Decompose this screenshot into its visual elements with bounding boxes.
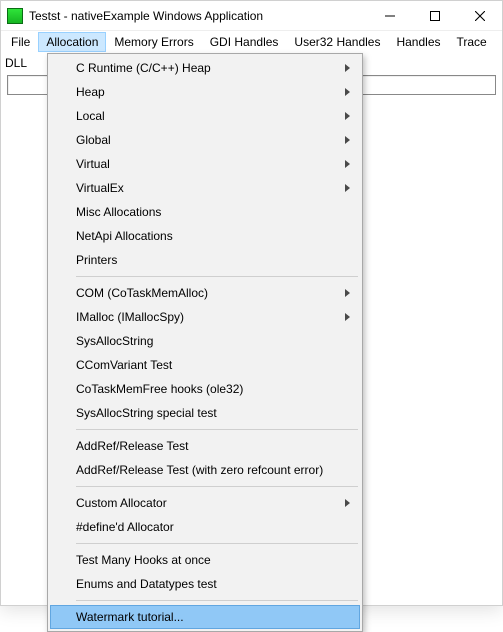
menu-item-virtual[interactable]: Virtual [50,152,360,176]
menu-handles[interactable]: Handles [388,32,448,52]
menu-item-netapi-allocations[interactable]: NetApi Allocations [50,224,360,248]
allocation-menu: C Runtime (C/C++) Heap Heap Local Global… [47,53,363,632]
app-window: Testst - nativeExample Windows Applicati… [0,0,503,606]
close-icon [475,11,485,21]
menu-item-sysallocstring-special[interactable]: SysAllocString special test [50,401,360,425]
menu-item-defined-allocator[interactable]: #define'd Allocator [50,515,360,539]
maximize-icon [430,11,440,21]
menu-separator [76,276,358,277]
close-button[interactable] [457,1,502,30]
menu-item-sysallocstring[interactable]: SysAllocString [50,329,360,353]
app-icon [7,8,23,24]
menu-memory-errors[interactable]: Memory Errors [106,32,201,52]
menu-user32-handles[interactable]: User32 Handles [286,32,388,52]
submenu-arrow-icon [345,64,350,72]
menu-item-global[interactable]: Global [50,128,360,152]
menu-item-local[interactable]: Local [50,104,360,128]
menu-item-cotaskmemfree-hooks[interactable]: CoTaskMemFree hooks (ole32) [50,377,360,401]
menu-allocation[interactable]: Allocation [38,32,106,52]
menu-trace[interactable]: Trace [449,32,495,52]
menu-separator [76,543,358,544]
submenu-arrow-icon [345,88,350,96]
menu-separator [76,486,358,487]
submenu-arrow-icon [345,184,350,192]
menu-item-imalloc-imallocspy[interactable]: IMalloc (IMallocSpy) [50,305,360,329]
menu-item-watermark-tutorial[interactable]: Watermark tutorial... [50,605,360,629]
menu-item-addref-release-test-error[interactable]: AddRef/Release Test (with zero refcount … [50,458,360,482]
menu-item-virtualex[interactable]: VirtualEx [50,176,360,200]
window-controls [367,1,502,30]
toolbar-dll-label: DLL [5,56,27,70]
maximize-button[interactable] [412,1,457,30]
menu-item-test-many-hooks[interactable]: Test Many Hooks at once [50,548,360,572]
menu-file[interactable]: File [3,32,38,52]
menu-item-ccomvariant-test[interactable]: CComVariant Test [50,353,360,377]
menu-item-misc-allocations[interactable]: Misc Allocations [50,200,360,224]
menu-separator [76,429,358,430]
menu-item-com-cotaskmemalloc[interactable]: COM (CoTaskMemAlloc) [50,281,360,305]
minimize-button[interactable] [367,1,412,30]
minimize-icon [385,11,395,21]
submenu-arrow-icon [345,289,350,297]
menu-separator [76,600,358,601]
menu-item-addref-release-test[interactable]: AddRef/Release Test [50,434,360,458]
submenu-arrow-icon [345,112,350,120]
submenu-arrow-icon [345,499,350,507]
window-title: Testst - nativeExample Windows Applicati… [29,9,367,23]
submenu-arrow-icon [345,160,350,168]
menubar: File Allocation Memory Errors GDI Handle… [1,31,502,53]
submenu-arrow-icon [345,313,350,321]
menu-gdi-handles[interactable]: GDI Handles [202,32,287,52]
menu-item-custom-allocator[interactable]: Custom Allocator [50,491,360,515]
menu-item-heap[interactable]: Heap [50,80,360,104]
titlebar: Testst - nativeExample Windows Applicati… [1,1,502,31]
menu-item-printers[interactable]: Printers [50,248,360,272]
submenu-arrow-icon [345,136,350,144]
menu-item-enums-datatypes-test[interactable]: Enums and Datatypes test [50,572,360,596]
menu-item-c-runtime-heap[interactable]: C Runtime (C/C++) Heap [50,56,360,80]
